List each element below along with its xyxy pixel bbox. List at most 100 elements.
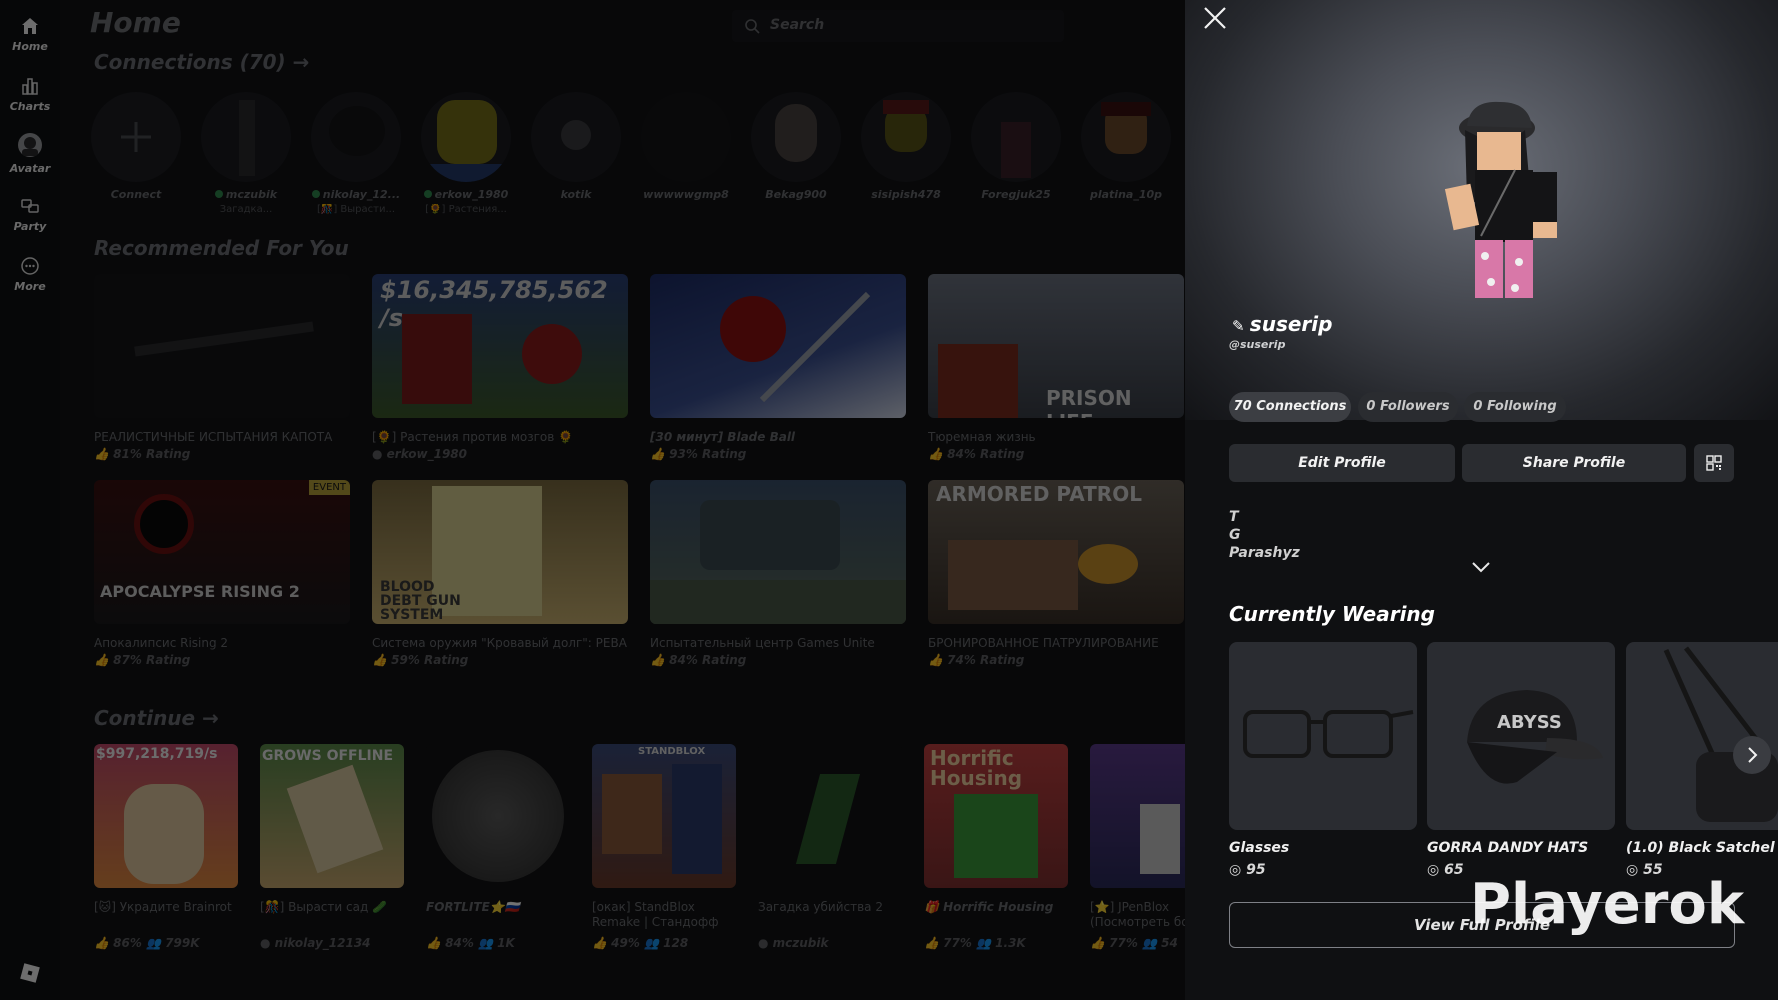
game-tile[interactable]: FORTLITE⭐🇷🇺 👍 84% 👥 1K [426,744,570,950]
bio-line: T [1229,509,1239,525]
connection-avatar[interactable]: platina_10p [1080,92,1172,201]
cap-image: ABYSS [1467,690,1603,784]
connection-avatar[interactable]: sisipish478 [860,92,952,201]
carousel-next-button[interactable] [1733,736,1771,774]
following-count-pill[interactable]: 0 Following [1464,392,1566,422]
connection-name: wwwwwgmp8 [643,188,729,201]
game-tile[interactable]: APOCALYPSE RISING 2 EVENT Апокалипсис Ri… [94,480,350,667]
connection-avatar[interactable]: nikolay_12... [🎊] Вырасти... [310,92,402,215]
game-thumbnail [426,744,570,888]
sidebar-item-party[interactable]: Party [0,196,60,233]
search-placeholder: Search [770,17,825,33]
game-tile[interactable]: РЕАЛИСТИЧНЫЕ ИСПЫТАНИЯ КАПОТА 👍 81% Rati… [94,274,350,461]
game-rating: 77% [1109,936,1138,950]
game-players: 128 [663,936,689,950]
game-players: 1.3K [995,936,1026,950]
arrow-right-icon: → [202,706,219,730]
game-rating: 93% Rating [669,447,747,461]
connection-avatar[interactable]: Foregjuk25 [970,92,1062,201]
connections-title: Connections (70) [94,50,286,74]
item-price: 65 [1444,862,1464,878]
game-tile[interactable]: Horrific Housing 🎁 Horrific Housing 👍 77… [924,744,1068,950]
connections-count-pill[interactable]: 70 Connections [1229,392,1351,422]
game-tile[interactable]: ARMORED PATROL БРОНИРОВАННОЕ ПАТРУЛИРОВА… [928,480,1184,667]
roblox-logo-icon[interactable] [19,962,41,984]
game-tile[interactable]: $16,345,785,562 /s [🌻] Растения против м… [372,274,628,461]
game-tile[interactable]: Загадка убийства 2 ● mczubik [758,744,902,950]
followers-count-pill[interactable]: 0 Followers [1358,392,1458,422]
game-tile[interactable]: [30 минут] Blade Ball 👍 93% Rating [650,274,906,461]
avatar [641,92,731,182]
game-tile[interactable]: $997,218,719/s [🐱] Украдите Brainrot 👍 8… [94,744,238,950]
players-icon: 👥 [1137,936,1162,950]
connection-name: Bekag900 [765,188,827,201]
players-icon: 👥 [971,936,996,950]
party-icon [21,199,39,213]
connections-header[interactable]: Connections (70) → [94,50,309,74]
wearing-item[interactable]: Glasses ◎ 95 [1229,642,1417,878]
sidebar-item-label: Home [12,40,48,53]
game-thumbnail [650,480,906,624]
sidebar-item-charts[interactable]: Charts [0,76,60,113]
search-input[interactable]: Search [732,10,1064,42]
connection-name: erkow_1980 [434,188,509,201]
game-tile[interactable]: PRISON LIFE Тюремная жизнь 👍 84% Rating [928,274,1184,461]
connection-status: [🌻] Растения... [425,204,507,215]
wearing-item[interactable]: ABYSS GORRA DANDY HATS ◎ 65 [1427,642,1615,878]
chevron-down-icon[interactable] [1471,560,1491,574]
game-tile[interactable]: [⭐] JPenBlox (Посмотреть бо... 👍 77% 👥 5… [1090,744,1185,950]
game-title: 🎁 Horrific Housing [924,900,1054,914]
sidebar-item-avatar[interactable]: Avatar [0,132,60,175]
creator-avatar-icon: ● [758,936,773,950]
game-players: 799K [165,936,200,950]
game-title: [🌻] Растения против мозгов 🌻 [372,430,574,444]
share-profile-button[interactable]: Share Profile [1462,444,1686,482]
avatar-preview [1185,0,1778,420]
edit-profile-button[interactable]: Edit Profile [1229,444,1455,482]
sidebar-item-label: Charts [9,100,51,113]
item-name: Glasses [1229,840,1290,856]
sidebar-item-label: More [14,280,46,293]
sidebar-item-label: Avatar [9,162,51,175]
qr-code-button[interactable] [1694,444,1734,482]
game-rating: 49% [611,936,640,950]
creator-avatar-icon: ● [372,447,387,461]
close-icon[interactable] [1201,4,1229,32]
connection-avatar[interactable]: mczubik Загадка... [200,92,292,215]
game-tile[interactable]: GROWS OFFLINE [🎊] Вырасти сад 🥒 ● nikola… [260,744,404,950]
game-rating: 84% [445,936,474,950]
sidebar-item-more[interactable]: More [0,256,60,293]
game-creator: nikolay_12134 [274,936,371,950]
game-tile[interactable]: Испытательный центр Games Unite 👍 84% Ra… [650,480,906,667]
game-title: [30 минут] Blade Ball [650,430,796,444]
connection-avatar[interactable]: erkow_1980 [🌻] Растения... [420,92,512,215]
connection-name: Connect [110,188,162,201]
game-rating: 77% [943,936,972,950]
more-icon [21,257,39,275]
connection-avatar[interactable]: kotik [530,92,622,201]
thumbnail-overlay-text: BLOOD DEBT GUN SYSTEM [380,579,461,623]
connection-name: kotik [560,188,592,201]
sidebar-item-home[interactable]: Home [0,16,60,53]
continue-header[interactable]: Continue → [94,706,219,730]
game-tile[interactable]: STANDBLOX [окак] StandBlox Remake | Стан… [592,744,736,950]
connection-avatar[interactable]: wwwwwgmp8 [640,92,732,201]
game-thumbnail: $16,345,785,562 /s [372,274,628,418]
game-thumbnail [650,274,906,418]
game-title: [⭐] JPenBlox (Посмотреть бо... [1090,900,1185,929]
thumbs-up-icon: 👍 [1090,936,1110,950]
players-icon: 👥 [141,936,166,950]
game-rating: 81% Rating [113,447,191,461]
connection-avatar[interactable]: Bekag900 [750,92,842,201]
game-tile[interactable]: BLOOD DEBT GUN SYSTEM Система оружия "Кр… [372,480,628,667]
event-badge: EVENT [308,480,350,495]
qr-code-icon [1706,455,1722,471]
edit-pencil-icon[interactable]: ✎ [1232,317,1250,335]
page-title: Home [90,6,181,39]
search-icon [745,19,760,34]
bio-line: Parashyz [1229,545,1300,561]
connect-button[interactable]: Connect [90,92,182,201]
plus-icon [121,122,151,152]
watermark: Playerok [1470,872,1745,937]
online-status-dot [214,190,223,198]
